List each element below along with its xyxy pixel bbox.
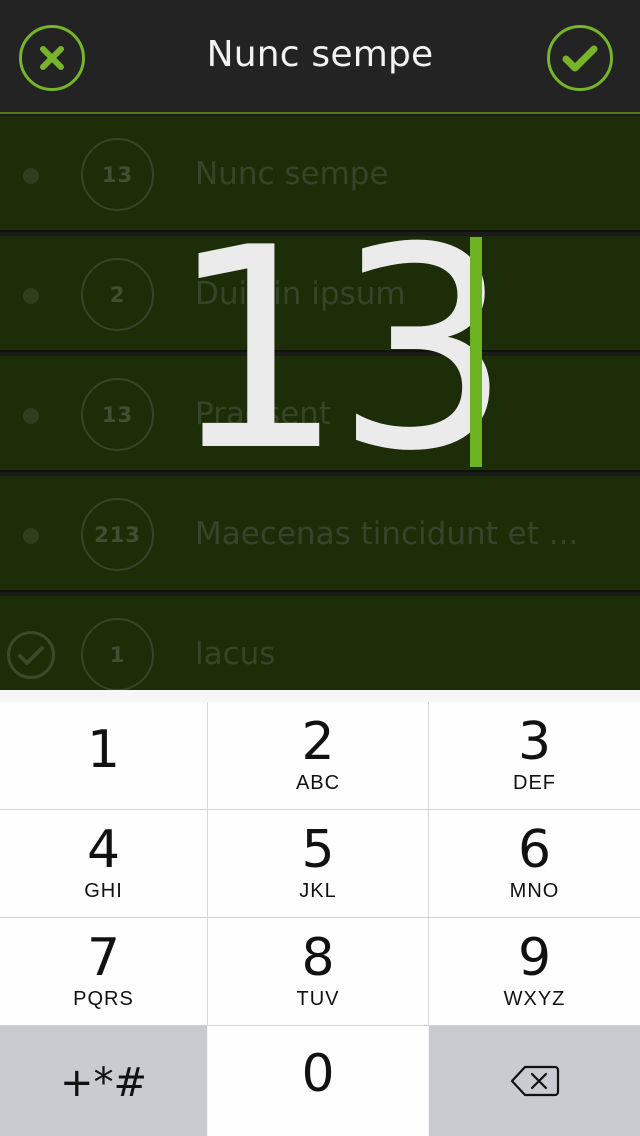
- list-item[interactable]: 1 lacus: [0, 596, 640, 690]
- key-9[interactable]: 9 WXYZ: [429, 918, 640, 1025]
- key-digit: 6: [517, 820, 552, 880]
- key-2[interactable]: 2 ABC: [208, 702, 428, 809]
- numeric-keypad: 1 2 ABC 3 DEF 4 GHI 5 JKL 6 MNO 7 PQRS 8…: [0, 690, 640, 1136]
- cancel-button[interactable]: [19, 25, 85, 91]
- key-0[interactable]: 0: [208, 1026, 428, 1136]
- key-letters: DEF: [513, 772, 556, 794]
- key-8[interactable]: 8 TUV: [208, 918, 428, 1025]
- divider: [0, 1025, 640, 1026]
- item-title: Nunc sempe: [195, 156, 389, 192]
- key-digit: 1: [86, 720, 121, 780]
- symbols-label: +*#: [59, 1060, 148, 1106]
- bullet-icon: [23, 288, 39, 304]
- key-6[interactable]: 6 MNO: [429, 810, 640, 917]
- key-letters: GHI: [84, 880, 123, 902]
- backspace-icon: [510, 1065, 559, 1097]
- divider: [0, 809, 640, 810]
- key-digit: 2: [301, 712, 335, 772]
- key-digit: 0: [301, 1044, 335, 1104]
- key-1[interactable]: 1: [0, 702, 207, 809]
- key-letters: PQRS: [73, 988, 134, 1010]
- divider: [0, 917, 640, 918]
- key-letters: ABC: [295, 772, 341, 794]
- completed-checkmark-icon: [7, 631, 55, 679]
- divider: [428, 702, 429, 1026]
- item-count: 1: [81, 618, 154, 690]
- symbols-key[interactable]: +*#: [0, 1026, 207, 1136]
- page-title: Nunc sempe: [206, 34, 434, 75]
- key-letters: MNO: [509, 880, 560, 902]
- item-count: 213: [81, 498, 154, 571]
- navigation-bar: Nunc sempe: [0, 0, 640, 114]
- item-title: Maecenas tincidunt et ...: [195, 516, 579, 552]
- key-digit: 9: [517, 928, 552, 988]
- close-icon: [40, 46, 64, 70]
- key-letters: WXYZ: [503, 988, 566, 1010]
- confirm-button[interactable]: [547, 25, 613, 91]
- quantity-display[interactable]: 13: [168, 211, 512, 489]
- text-cursor: [470, 237, 482, 467]
- bullet-icon: [23, 408, 39, 424]
- bullet-icon: [23, 168, 39, 184]
- key-letters: TUV: [296, 988, 340, 1010]
- item-count: 13: [81, 138, 154, 211]
- key-digit: 8: [301, 928, 335, 988]
- key-4[interactable]: 4 GHI: [0, 810, 207, 917]
- key-digit: 5: [301, 820, 335, 880]
- bullet-icon: [23, 528, 39, 544]
- key-7[interactable]: 7 PQRS: [0, 918, 207, 1025]
- delete-button[interactable]: [429, 1026, 640, 1136]
- item-count: 13: [81, 378, 154, 451]
- key-3[interactable]: 3 DEF: [429, 702, 640, 809]
- key-letters: JKL: [299, 880, 337, 902]
- item-title: lacus: [195, 636, 276, 672]
- key-digit: 7: [86, 928, 121, 988]
- key-5[interactable]: 5 JKL: [208, 810, 428, 917]
- key-digit: 4: [86, 820, 121, 880]
- item-count: 2: [81, 258, 154, 331]
- checkmark-icon: [562, 45, 598, 72]
- key-digit: 3: [517, 712, 552, 772]
- divider: [207, 702, 208, 1026]
